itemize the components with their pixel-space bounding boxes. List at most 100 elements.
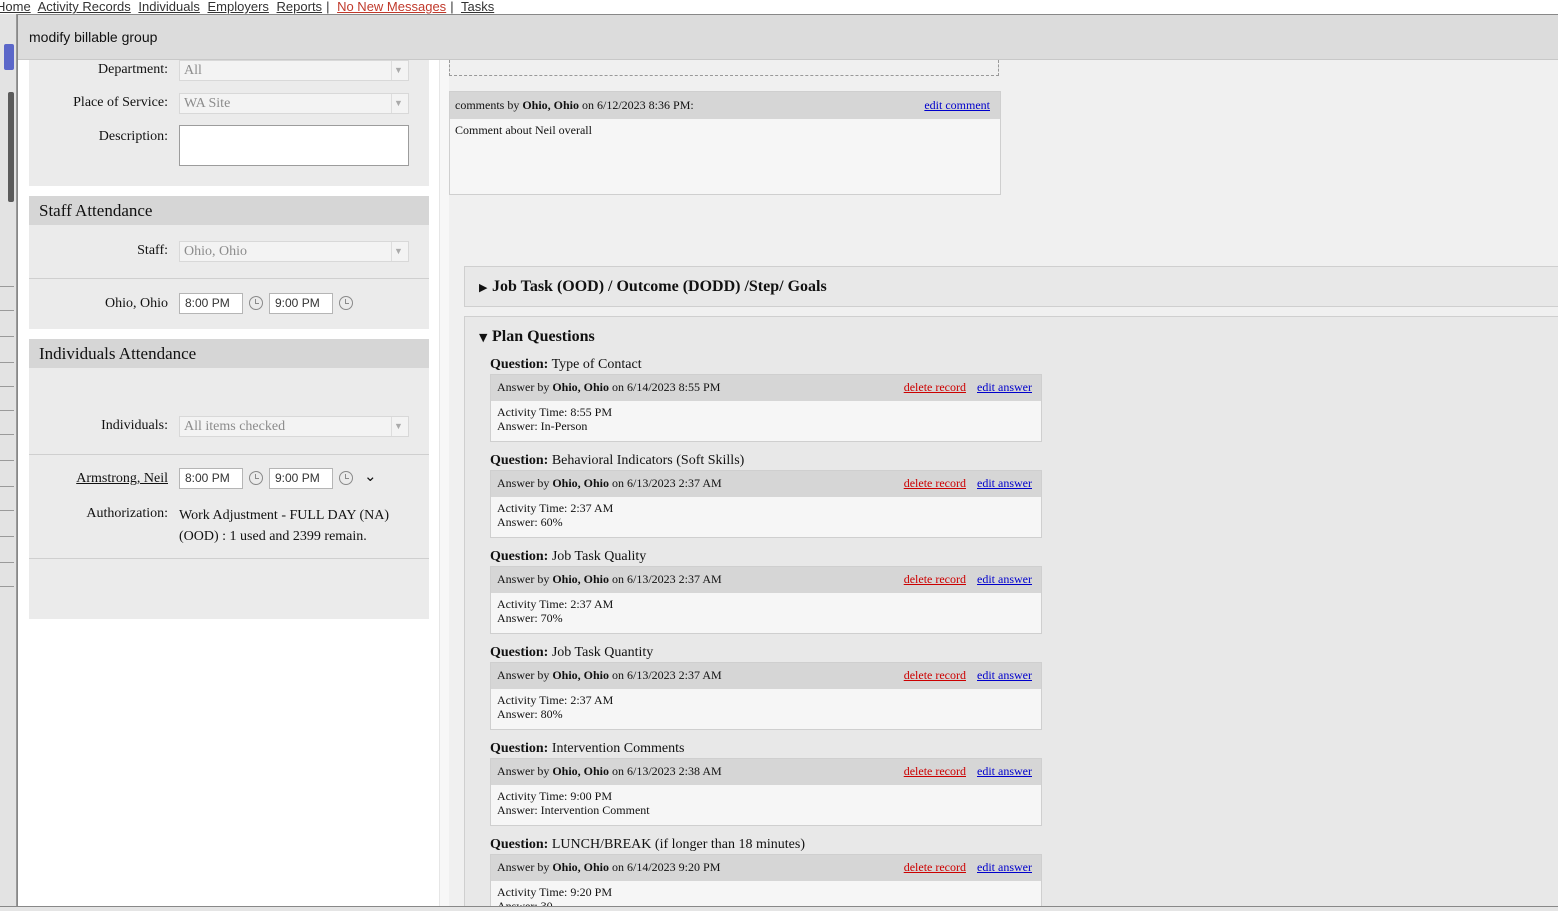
- edit-answer-link[interactable]: edit answer: [977, 375, 1032, 399]
- delete-record-link[interactable]: delete record: [904, 663, 966, 687]
- delete-record-link[interactable]: delete record: [904, 855, 966, 879]
- staff-end-time-input[interactable]: 9:00 PM: [269, 293, 333, 314]
- nav-individuals-link[interactable]: Individuals: [138, 0, 199, 14]
- job-task-accordion[interactable]: ▶ Job Task (OOD) / Outcome (DODD) /Step/ …: [464, 266, 1558, 307]
- nav-home-link[interactable]: Home: [0, 0, 31, 14]
- edit-answer-link[interactable]: edit answer: [977, 759, 1032, 783]
- background-image-strip: [8, 92, 14, 202]
- department-label: Department:: [98, 62, 168, 77]
- clock-icon[interactable]: [249, 296, 263, 310]
- answer-date: 6/13/2023 2:37 AM: [627, 572, 722, 586]
- answer-body: Activity Time: 2:37 AM Answer: 70%: [491, 593, 1041, 633]
- answer-body: Activity Time: 2:37 AM Answer: 80%: [491, 689, 1041, 729]
- comment-body: Comment about Neil overall: [455, 123, 592, 137]
- answer-header: Answer by Ohio, Ohio on 6/13/2023 2:38 A…: [491, 759, 1041, 785]
- individuals-attendance-heading: Individuals Attendance: [29, 339, 429, 368]
- staff-select[interactable]: Ohio, Ohio ▼: [179, 241, 409, 262]
- background-divider: [0, 362, 14, 363]
- answer-box: Answer by Ohio, Ohio on 6/13/2023 2:38 A…: [490, 758, 1042, 826]
- answer-by-label: Answer by: [497, 572, 553, 586]
- plan-questions-title: Plan Questions: [492, 328, 595, 345]
- clock-icon[interactable]: [249, 471, 263, 485]
- question-text: Type of Contact: [551, 357, 642, 372]
- description-textarea[interactable]: [179, 125, 409, 166]
- staff-start-time-input[interactable]: 8:00 PM: [179, 293, 243, 314]
- answer-header: Answer by Ohio, Ohio on 6/13/2023 2:37 A…: [491, 663, 1041, 689]
- answer-box: Answer by Ohio, Ohio on 6/13/2023 2:37 A…: [490, 662, 1042, 730]
- divider: [29, 558, 429, 559]
- question-label: Question:: [490, 837, 549, 852]
- individual-end-time-input[interactable]: 9:00 PM: [269, 468, 333, 489]
- comment-author: Ohio, Ohio: [522, 98, 580, 112]
- answer-value: Answer: In-Person: [497, 419, 588, 433]
- nav-employers-link[interactable]: Employers: [207, 0, 268, 14]
- place-of-service-label: Place of Service:: [73, 95, 168, 110]
- edit-answer-link[interactable]: edit answer: [977, 855, 1032, 879]
- individuals-attendance-section: [29, 368, 429, 619]
- edit-answer-link[interactable]: edit answer: [977, 471, 1032, 495]
- nav-messages-link[interactable]: No New Messages: [337, 0, 446, 14]
- question-title: Question: LUNCH/BREAK (if longer than 18…: [490, 836, 1043, 854]
- nav-tasks-link[interactable]: Tasks: [461, 0, 494, 14]
- chevron-down-icon: ▼: [391, 417, 405, 436]
- activity-time: Activity Time: 2:37 AM: [497, 597, 614, 611]
- background-divider: [0, 434, 14, 435]
- question-title: Question: Intervention Comments: [490, 740, 1043, 758]
- answer-header: Answer by Ohio, Ohio on 6/13/2023 2:37 A…: [491, 471, 1041, 497]
- delete-record-link[interactable]: delete record: [904, 567, 966, 591]
- individual-name-link[interactable]: Armstrong, Neil: [38, 471, 168, 487]
- question-label: Question:: [490, 357, 549, 372]
- plan-questions-header[interactable]: ▼ Plan Questions: [479, 327, 595, 348]
- nav-separator: |: [450, 0, 454, 14]
- expand-chevron-icon[interactable]: ⌄: [364, 467, 377, 485]
- plan-question: Question: Type of Contact Answer by Ohio…: [490, 356, 1043, 442]
- answer-body: Activity Time: 2:37 AM Answer: 60%: [491, 497, 1041, 537]
- delete-record-link[interactable]: delete record: [904, 759, 966, 783]
- nav-activity-records-link[interactable]: Activity Records: [38, 0, 131, 14]
- form-panel: Department: All ▼ Place of Service: WA S…: [18, 60, 439, 906]
- staff-label: Staff:: [137, 243, 168, 258]
- activity-time: Activity Time: 2:37 AM: [497, 501, 614, 515]
- edit-comment-link[interactable]: edit comment: [924, 92, 990, 119]
- answer-by-label: Answer by: [497, 380, 553, 394]
- answer-header: Answer by Ohio, Ohio on 6/14/2023 9:20 P…: [491, 855, 1041, 881]
- question-label: Question:: [490, 741, 549, 756]
- question-title: Question: Job Task Quantity: [490, 644, 1043, 662]
- clock-icon[interactable]: [339, 296, 353, 310]
- answer-on-label: on: [609, 668, 628, 682]
- place-of-service-select[interactable]: WA Site ▼: [179, 93, 409, 114]
- question-text: Behavioral Indicators (Soft Skills): [551, 453, 745, 468]
- question-title: Question: Job Task Quality: [490, 548, 1043, 566]
- modify-billable-group-dialog: modify billable group Department: All ▼ …: [17, 14, 1558, 907]
- plan-question: Question: Job Task Quantity Answer by Oh…: [490, 644, 1043, 730]
- answer-author: Ohio, Ohio: [552, 860, 610, 874]
- clock-icon[interactable]: [339, 471, 353, 485]
- individual-start-time-input[interactable]: 8:00 PM: [179, 468, 243, 489]
- department-select[interactable]: All ▼: [179, 60, 409, 81]
- chevron-down-icon: ▼: [391, 242, 405, 261]
- edit-answer-link[interactable]: edit answer: [977, 567, 1032, 591]
- individual-name-text[interactable]: Armstrong, Neil: [76, 471, 168, 486]
- answer-on-label: on: [609, 764, 628, 778]
- job-task-header[interactable]: ▶ Job Task (OOD) / Outcome (DODD) /Step/ …: [479, 277, 827, 298]
- caret-right-icon: ▶: [479, 281, 488, 294]
- details-panel: comments by Ohio, Ohio on 6/12/2023 8:36…: [449, 60, 1558, 906]
- answer-value: Answer: 80%: [497, 707, 563, 721]
- background-divider: [0, 336, 14, 337]
- divider: [29, 278, 429, 279]
- answer-by-label: Answer by: [497, 476, 553, 490]
- answer-author: Ohio, Ohio: [552, 476, 610, 490]
- question-text: Job Task Quantity: [551, 645, 654, 660]
- top-navigation: Home Activity Records Individuals Employ…: [0, 0, 1558, 14]
- edit-answer-link[interactable]: edit answer: [977, 663, 1032, 687]
- nav-reports-link[interactable]: Reports: [277, 0, 323, 14]
- answer-date: 6/13/2023 2:37 AM: [627, 476, 722, 490]
- question-label: Question:: [490, 453, 549, 468]
- question-text: LUNCH/BREAK (if longer than 18 minutes): [551, 837, 805, 852]
- delete-record-link[interactable]: delete record: [904, 471, 966, 495]
- activity-time: Activity Time: 9:20 PM: [497, 885, 613, 899]
- background-divider: [0, 536, 14, 537]
- individuals-select[interactable]: All items checked ▼: [179, 416, 409, 437]
- delete-record-link[interactable]: delete record: [904, 375, 966, 399]
- plan-question: Question: Behavioral Indicators (Soft Sk…: [490, 452, 1043, 538]
